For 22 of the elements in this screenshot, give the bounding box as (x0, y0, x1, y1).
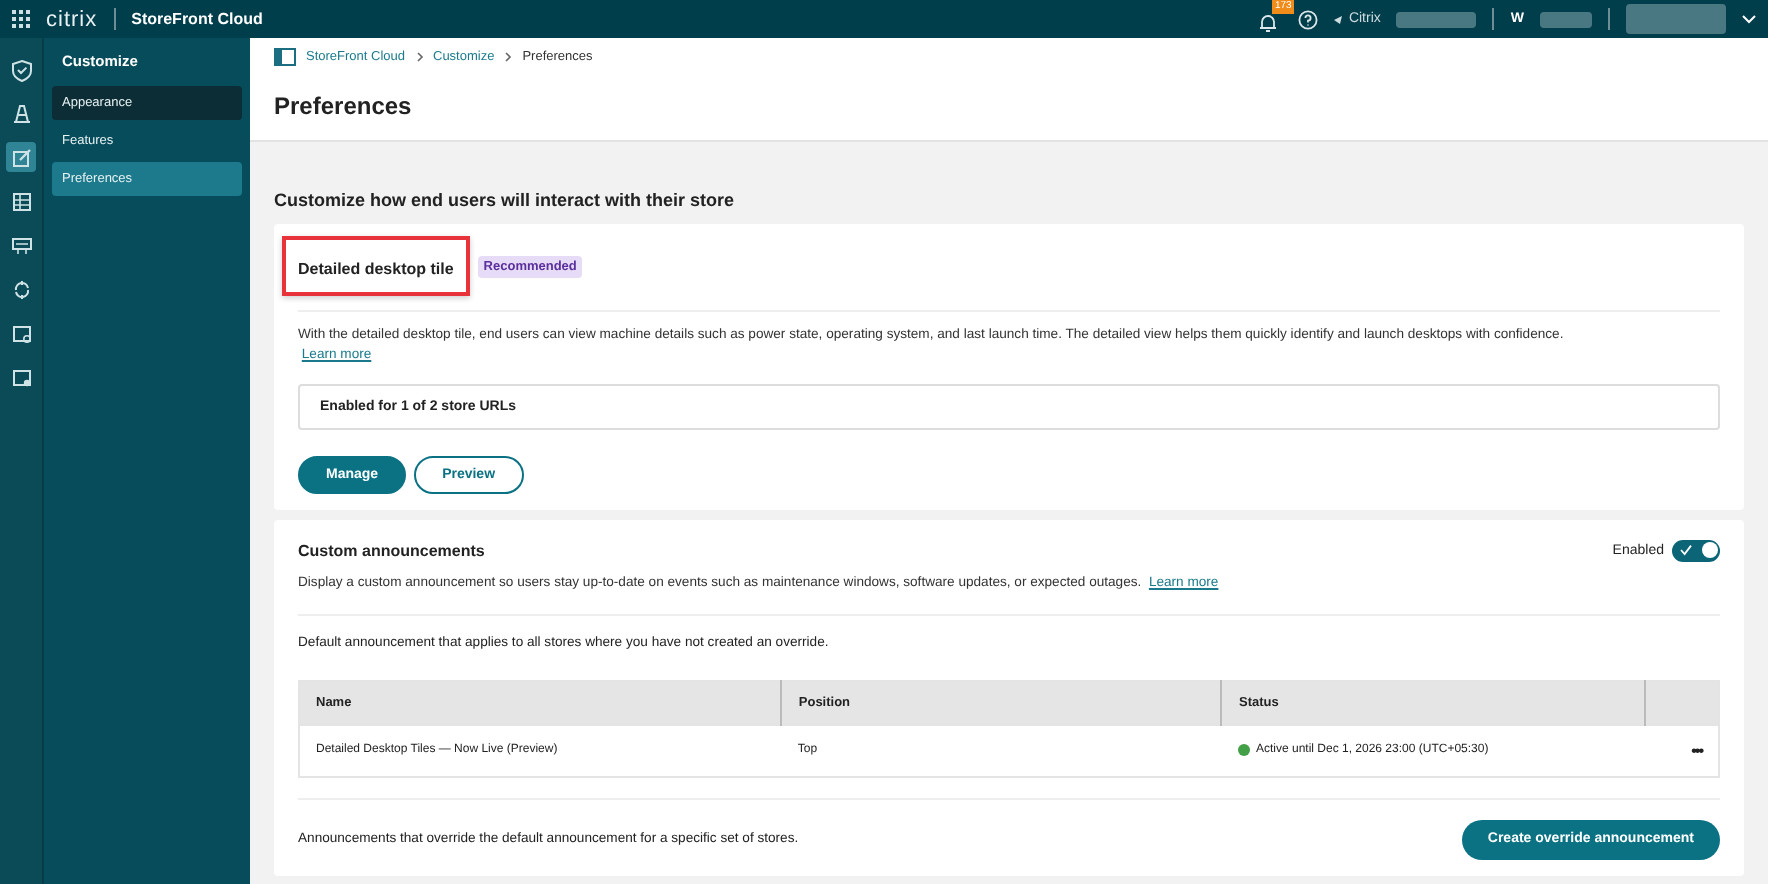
help-icon[interactable] (1298, 9, 1319, 29)
bell-icon[interactable] (1258, 11, 1279, 33)
panel-toggle-icon[interactable] (274, 48, 296, 66)
redacted-block (1540, 11, 1592, 27)
toggle-switch[interactable] (1672, 539, 1720, 562)
product-name: StoreFront Cloud (131, 10, 263, 28)
app-grid-icon[interactable] (12, 10, 30, 28)
redacted-block (1396, 11, 1477, 27)
card-title: Custom announcements (298, 541, 485, 560)
section-heading: Customize how end users will interact with their store (274, 190, 737, 210)
shield-icon[interactable] (6, 54, 36, 84)
logo: citrix (46, 7, 98, 31)
chevron-right-icon (504, 52, 513, 62)
card-title: Detailed desktop tile (298, 260, 454, 278)
edit-icon[interactable] (6, 142, 36, 172)
more-options-button[interactable]: ••• (1691, 741, 1702, 760)
check-icon (1680, 543, 1692, 556)
chevron-down-icon[interactable] (1742, 14, 1756, 24)
pointer-icon (1334, 14, 1345, 24)
redacted-block (1626, 4, 1726, 34)
page-title: Preferences (274, 92, 414, 120)
chevron-right-icon (415, 52, 423, 62)
